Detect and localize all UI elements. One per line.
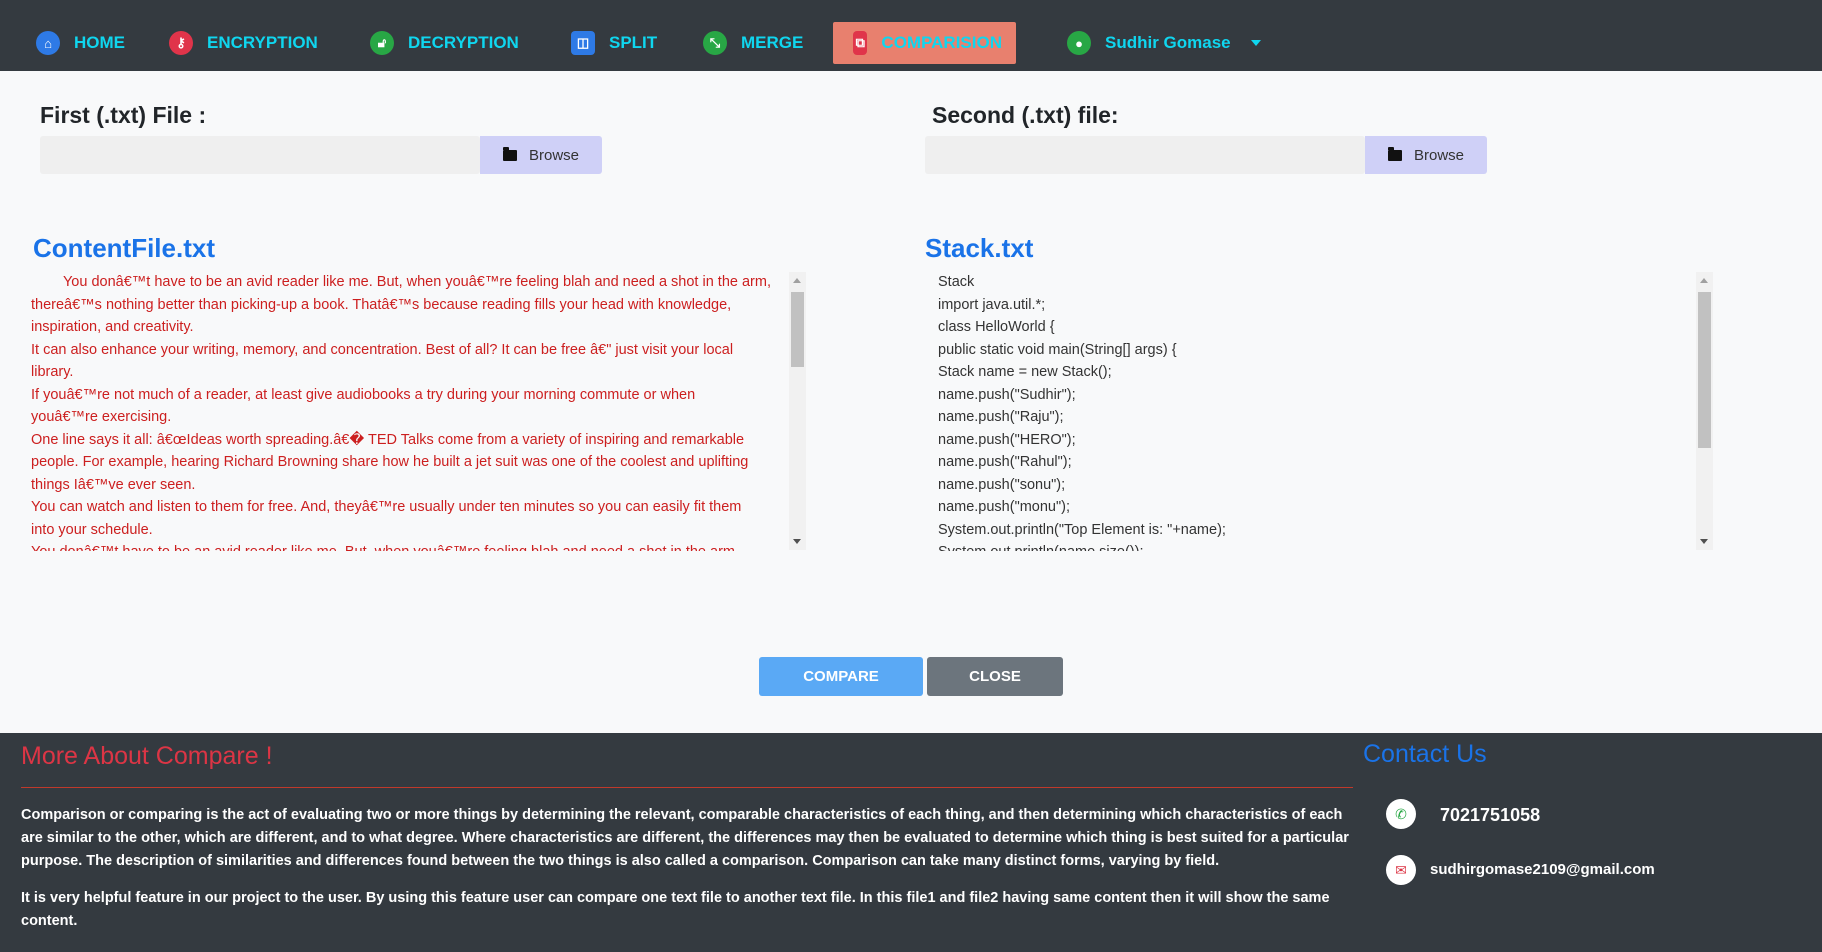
nav-split[interactable]: ◫ SPLIT — [571, 22, 657, 64]
user-name: Sudhir Gomase — [1105, 33, 1231, 52]
text-line: name.push("Rahul"); — [938, 454, 1072, 470]
right-scrollbar[interactable] — [1696, 272, 1713, 550]
first-file-label: First (.txt) File : — [40, 102, 207, 128]
contact-phone: 7021751058 — [1440, 805, 1541, 825]
text-line: things Iâ€™ve ever seen. — [31, 476, 196, 493]
text-line: public static void main(String[] args) { — [938, 341, 1177, 358]
text-line: name.push("Sudhir"); — [938, 386, 1076, 403]
text-line: people. For example, hearing Richard Bro… — [31, 454, 749, 470]
scroll-up-icon — [1700, 278, 1708, 283]
second-browse-button[interactable]: Browse — [1365, 136, 1487, 174]
folder-icon — [502, 146, 517, 161]
text-line: It can also enhance your writing, memory… — [31, 341, 734, 358]
text-line: import java.util.*; — [938, 296, 1046, 313]
nav-merge-label: MERGE — [741, 33, 804, 52]
text-line: You can watch and listen to them for fre… — [31, 499, 742, 515]
text-line: inspiration, and creativity. — [31, 319, 194, 335]
right-scroll-thumb[interactable] — [1698, 292, 1711, 448]
second-file-label: Second (.txt) file: — [932, 102, 1119, 128]
contact-email[interactable]: sudhirgomase2109@gmail.com — [1430, 861, 1655, 878]
nav-split-label: SPLIT — [609, 33, 658, 52]
text-line: name.push("sonu"); — [938, 476, 1066, 493]
text-line: One line says it all: â€œIdeas worth spr… — [31, 431, 745, 448]
text-line: library. — [31, 364, 74, 380]
text-line: Stack name = new Stack(); — [938, 364, 1112, 380]
second-file-input[interactable] — [925, 136, 1365, 174]
merge-icon: ⤡ — [703, 31, 727, 55]
text-line: If youâ€™re not much of a reader, at lea… — [31, 386, 696, 403]
text-line: thereâ€™s nothing better than picking-up… — [31, 296, 732, 313]
nav-comparision[interactable]: ⧉ COMPARISION — [833, 22, 1016, 64]
key-icon: ⚷ — [169, 31, 193, 55]
scroll-down-icon — [793, 539, 801, 544]
email-icon: ✉ — [1386, 855, 1416, 885]
chevron-down-icon — [1250, 40, 1261, 46]
nav-encryption[interactable]: ⚷ ENCRYPTION — [169, 22, 318, 64]
scroll-up-icon — [793, 278, 801, 283]
navbar: ⌂ HOME ⚷ ENCRYPTION 🔓︎ DECRYPTION ◫ SPLI… — [0, 0, 1822, 71]
first-file-input[interactable] — [40, 136, 480, 174]
user-menu[interactable]: ● Sudhir Gomase — [1067, 22, 1261, 64]
nav-merge[interactable]: ⤡ MERGE — [703, 22, 803, 64]
text-line: Stack — [938, 274, 975, 290]
user-icon: ● — [1067, 31, 1091, 55]
nav-decryption[interactable]: 🔓︎ DECRYPTION — [370, 22, 519, 64]
text-line: youâ€™re exercising. — [31, 409, 172, 425]
left-content-panel[interactable]: You donâ€™t have to be an avid reader li… — [31, 271, 787, 551]
close-button[interactable]: CLOSE — [927, 657, 1063, 696]
unlock-icon: 🔓︎ — [370, 31, 394, 55]
text-line: You donâ€™t have to be an avid reader li… — [31, 274, 771, 290]
text-line: System.out.println("Top Element is: "+na… — [938, 521, 1226, 538]
nav-home[interactable]: ⌂ HOME — [36, 22, 125, 64]
home-icon: ⌂ — [36, 31, 60, 55]
copy-icon: ⧉ — [853, 31, 868, 55]
split-icon: ◫ — [571, 31, 595, 55]
nav-decryption-label: DECRYPTION — [408, 33, 519, 52]
nav-comparision-label: COMPARISION — [881, 33, 1002, 52]
footer-title: More About Compare ! — [21, 742, 273, 770]
contact-title: Contact Us — [1363, 740, 1487, 768]
first-browse-label: Browse — [528, 146, 580, 164]
footer-paragraph-2: It is very helpful feature in our projec… — [21, 890, 1330, 929]
phone-icon: ✆ — [1386, 799, 1416, 829]
left-file-title: ContentFile.txt — [33, 233, 215, 263]
nav-home-label: HOME — [74, 33, 125, 52]
text-line: name.push("Raju"); — [938, 409, 1064, 425]
compare-button[interactable]: COMPARE — [759, 657, 923, 696]
text-line: class HelloWorld { — [938, 319, 1055, 335]
first-browse-button[interactable]: Browse — [480, 136, 602, 174]
text-line: You donâ€™t have to be an avid reader li… — [31, 541, 787, 551]
text-line: name.push("HERO"); — [938, 431, 1076, 448]
text-line: name.push("monu"); — [938, 499, 1070, 515]
footer-paragraph-1: Comparison or comparing is the act of ev… — [21, 807, 1349, 869]
folder-icon — [1387, 146, 1402, 161]
second-browse-label: Browse — [1413, 146, 1465, 164]
right-content-panel[interactable]: Stack import java.util.*; class HelloWor… — [938, 271, 1694, 551]
footer-divider — [21, 787, 1353, 788]
text-line: System.out.println(name.size()); — [938, 541, 1694, 551]
text-line: into your schedule. — [31, 521, 153, 538]
footer: More About Compare ! Comparison or compa… — [0, 733, 1822, 952]
nav-encryption-label: ENCRYPTION — [207, 33, 318, 52]
right-file-title: Stack.txt — [925, 233, 1034, 263]
left-scrollbar[interactable] — [789, 272, 806, 550]
scroll-down-icon — [1700, 539, 1708, 544]
left-scroll-thumb[interactable] — [791, 292, 804, 367]
